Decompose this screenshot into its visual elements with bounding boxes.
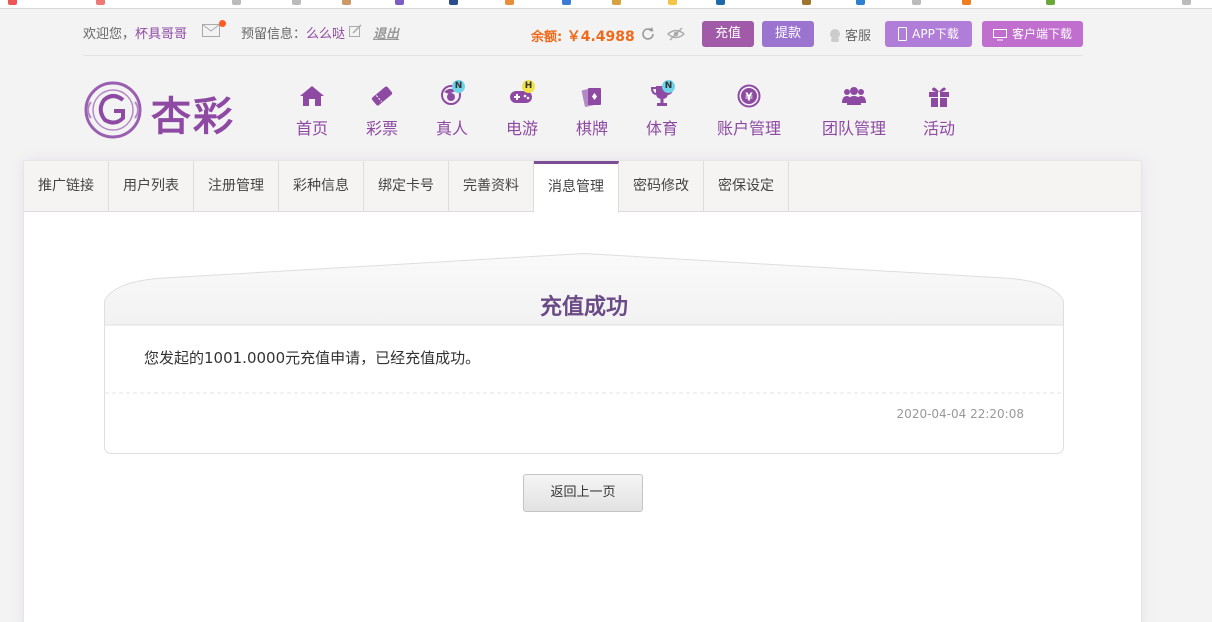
nav-badge-egames: H: [522, 80, 535, 93]
reserved-value: 么么哒: [306, 27, 346, 42]
nav-item-team[interactable]: 团队管理: [818, 84, 890, 138]
back-button[interactable]: 返回上一页: [523, 474, 643, 512]
nav-item-egames[interactable]: H 电游: [503, 80, 541, 138]
nav-item-promotions[interactable]: 活动: [920, 84, 958, 138]
headset-icon: [830, 29, 840, 42]
tab-registration[interactable]: 注册管理: [194, 161, 279, 212]
gift-icon: [929, 87, 949, 107]
customer-service-link[interactable]: 客服: [828, 25, 871, 44]
logo-text: 杏彩: [151, 93, 235, 140]
home-icon: [300, 86, 324, 106]
unread-dot: [219, 20, 226, 27]
nav-item-home[interactable]: 首页: [293, 84, 331, 138]
balance: 余额: ￥4.4988: [531, 26, 635, 46]
message-timestamp: 2020-04-04 22:20:08: [896, 407, 1024, 421]
tab-change-password[interactable]: 密码修改: [619, 161, 704, 212]
nav-label-lottery: 彩票: [365, 119, 398, 138]
app-download-label: APP下载: [912, 27, 959, 41]
edit-icon[interactable]: [349, 24, 362, 37]
recharge-button[interactable]: 充值: [702, 21, 754, 47]
username[interactable]: 杯具哥哥: [135, 27, 187, 42]
hide-balance-icon[interactable]: [667, 26, 685, 42]
message-body: 您发起的1001.0000元充值申请，已经充值成功。: [144, 349, 481, 367]
logout-link[interactable]: 退出: [373, 23, 399, 42]
tab-profile[interactable]: 完善资料: [449, 161, 534, 212]
nav-item-sports[interactable]: N 体育: [643, 80, 681, 138]
tab-lottery-info[interactable]: 彩种信息: [279, 161, 364, 212]
reserved-label: 预留信息：: [241, 27, 307, 42]
nav-label-promotions: 活动: [922, 119, 955, 138]
nav-label-sports: 体育: [645, 119, 678, 138]
message-detail: 充值成功 您发起的1001.0000元充值申请，已经充值成功。 2020-04-…: [104, 253, 1064, 454]
nav-label-account: 账户管理: [716, 119, 781, 138]
logo-emblem-icon: [84, 81, 142, 139]
top-bar: 欢迎您，杯具哥哥 预留信息：么么哒 退出 余额: ￥4.4988 充值 提款 客…: [83, 18, 1083, 56]
mail-icon[interactable]: [202, 24, 220, 37]
tab-promotion-links[interactable]: 推广链接: [24, 161, 109, 212]
svg-text:¥: ¥: [745, 91, 753, 104]
content-panel: 推广链接 用户列表 注册管理 彩种信息 绑定卡号 完善资料 消息管理 密码修改 …: [23, 160, 1142, 622]
client-download-label: 客户端下载: [1011, 27, 1072, 41]
account-tabs: 推广链接 用户列表 注册管理 彩种信息 绑定卡号 完善资料 消息管理 密码修改 …: [24, 161, 1141, 213]
client-download-button[interactable]: 客户端下载: [982, 21, 1083, 47]
nav-badge-sports: N: [662, 80, 675, 93]
welcome-text: 欢迎您，杯具哥哥: [83, 23, 187, 42]
customer-service-label: 客服: [845, 29, 872, 44]
tab-user-list[interactable]: 用户列表: [109, 161, 194, 212]
message-title: 充值成功: [539, 295, 628, 320]
reserved-info: 预留信息：么么哒: [241, 23, 345, 42]
cards-icon: [581, 87, 601, 107]
monitor-icon: [992, 29, 1007, 41]
site-logo[interactable]: 杏彩: [83, 80, 238, 142]
nav-label-team: 团队管理: [821, 119, 886, 138]
refresh-icon[interactable]: [640, 26, 656, 42]
nav-badge-live: N: [452, 80, 465, 93]
nav-item-lottery[interactable]: 彩票: [363, 84, 401, 138]
nav-label-egames: 电游: [505, 119, 538, 138]
tab-messages[interactable]: 消息管理: [534, 161, 619, 213]
balance-value: ￥4.4988: [566, 29, 635, 45]
welcome-prefix: 欢迎您，: [83, 27, 136, 42]
phone-icon: [898, 27, 908, 41]
browser-bookmark-strip: [0, 0, 1212, 9]
nav-item-live[interactable]: N 真人: [433, 80, 471, 138]
yen-coin-icon: ¥: [737, 84, 761, 108]
team-icon: [842, 87, 866, 105]
withdraw-button[interactable]: 提款: [762, 21, 814, 47]
nav-label-home: 首页: [295, 119, 328, 138]
tab-bind-card[interactable]: 绑定卡号: [364, 161, 449, 212]
nav-label-live: 真人: [435, 119, 468, 138]
app-download-button[interactable]: APP下载: [885, 21, 972, 47]
nav-label-chess-cards: 棋牌: [575, 119, 608, 138]
balance-label: 余额:: [531, 30, 563, 45]
nav-item-chess-cards[interactable]: 棋牌: [573, 84, 611, 138]
nav-item-account[interactable]: ¥ 账户管理: [713, 84, 785, 138]
ticket-icon: [371, 86, 393, 106]
tab-security-questions[interactable]: 密保设定: [704, 161, 789, 212]
